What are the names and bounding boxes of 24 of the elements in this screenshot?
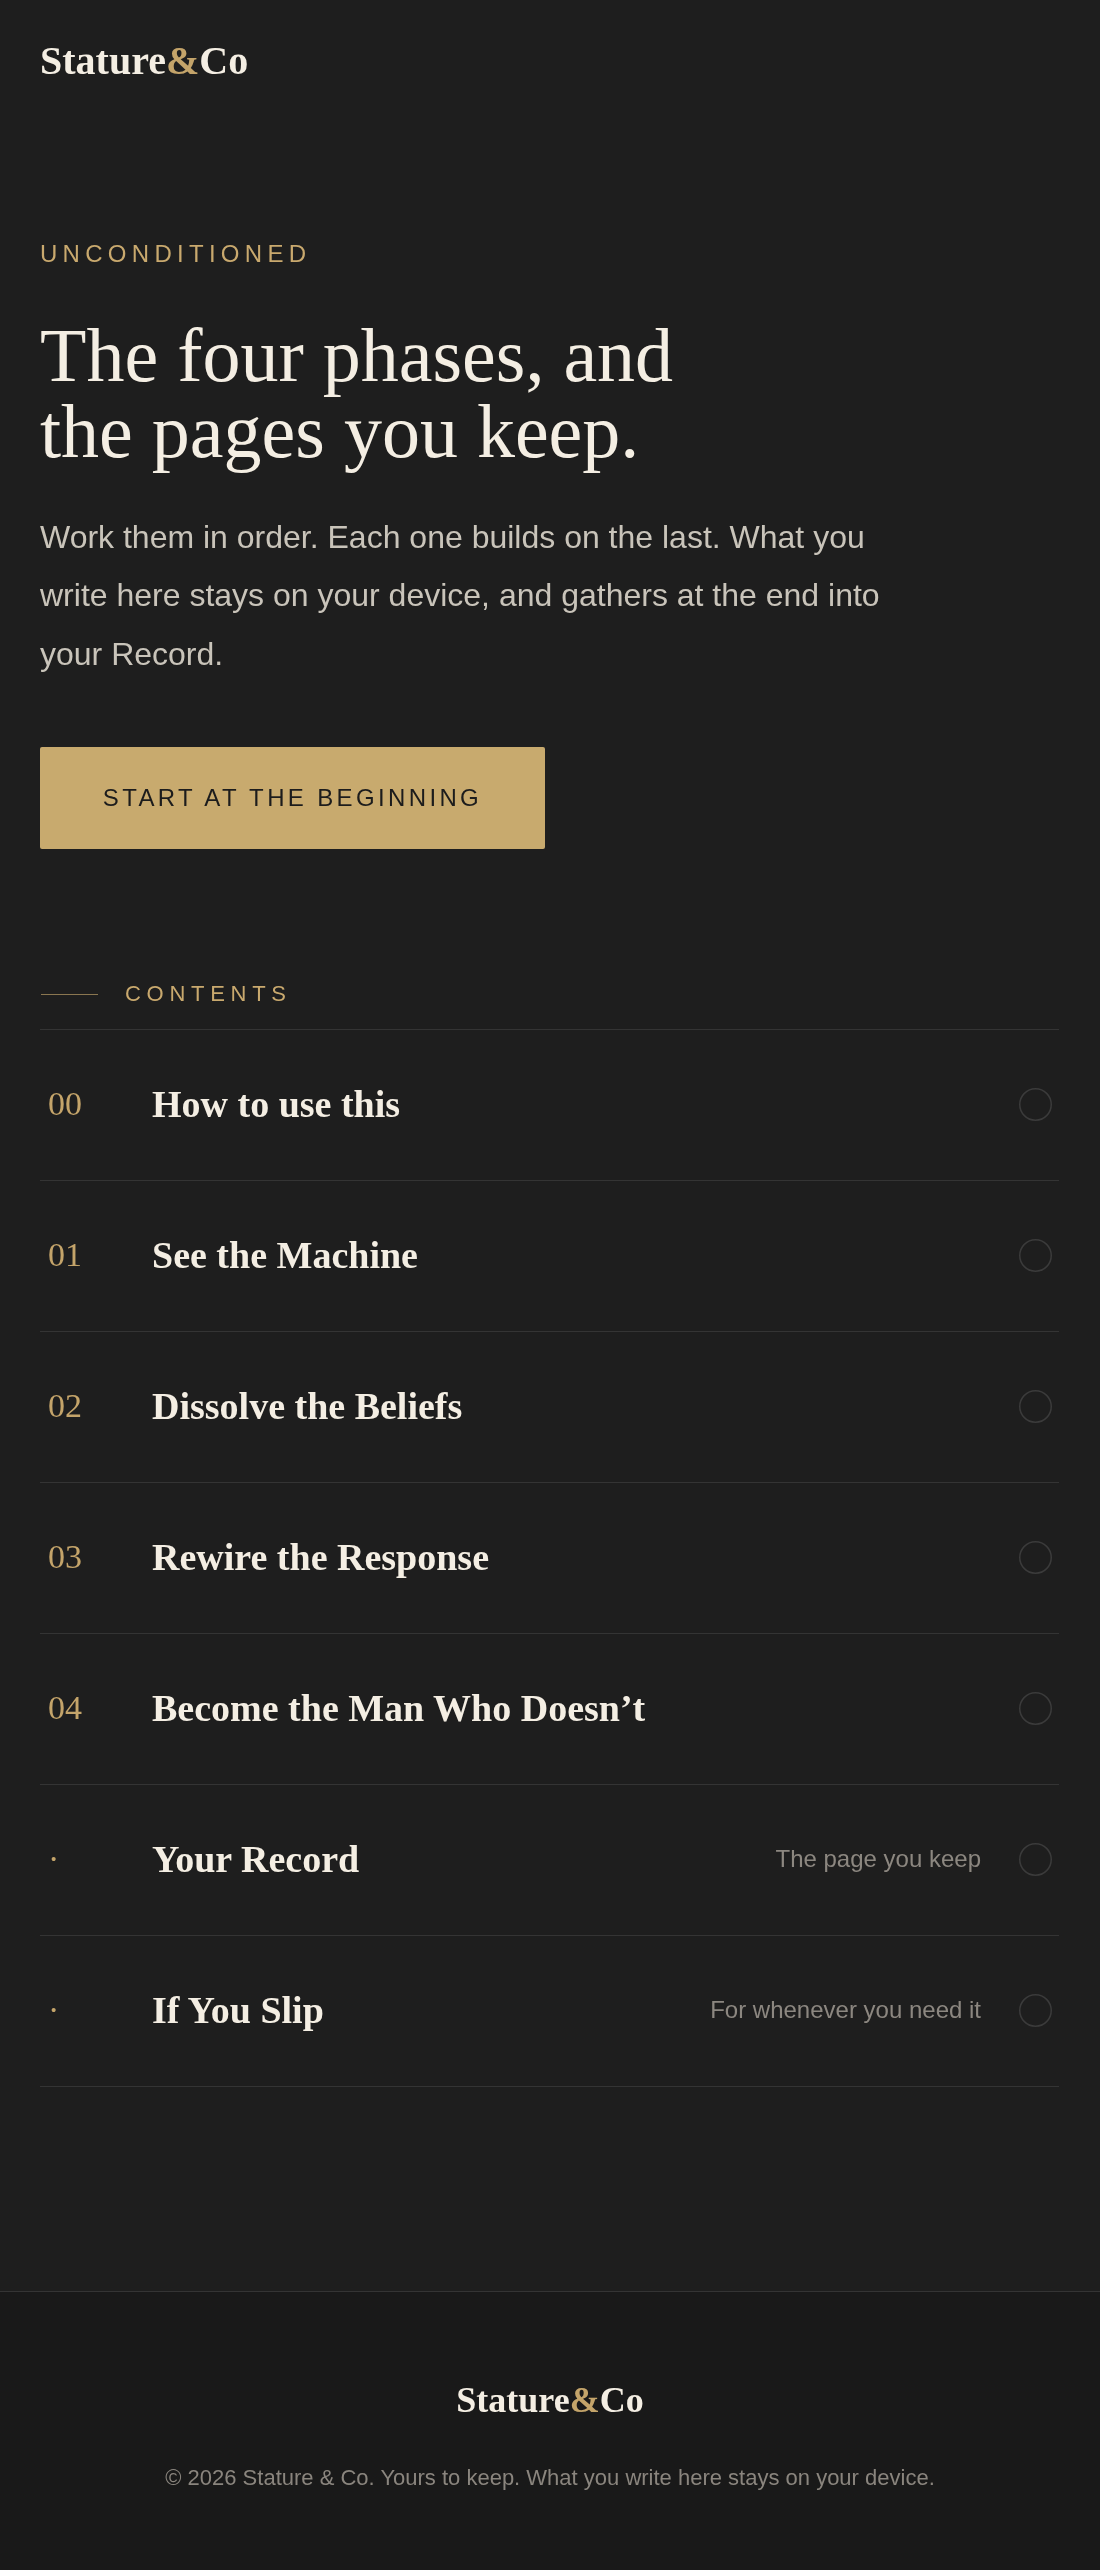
brand-logo[interactable]: Stature&Co <box>40 37 249 85</box>
contents-label: CONTENTS <box>125 981 292 1008</box>
chapter-number: 01 <box>48 1235 83 1276</box>
chapter-number: 02 <box>48 1386 83 1427</box>
chapter-number: · <box>48 1839 61 1880</box>
chapter-link[interactable]: If You Slip <box>152 1987 324 2034</box>
chapter-link[interactable]: Your Record <box>152 1836 360 1883</box>
section-rule <box>41 994 98 995</box>
chapter-note: For whenever you need it <box>710 1996 981 2026</box>
chapter-number: · <box>48 1990 61 2031</box>
chapter-note: The page you keep <box>775 1845 981 1875</box>
brand-logo[interactable]: Stature&Co <box>456 2379 644 2423</box>
copyright-text: © 2026 Stature & Co. Yours to keep. What you write here stays on your device. <box>165 2464 935 2491</box>
chapter-link[interactable]: Rewire the Response <box>152 1534 490 1581</box>
chapter-number: 03 <box>48 1537 83 1578</box>
intro-paragraph: Work them in order. Each one builds on the last. What you write here stays on your device, and gathers at the end into your Record. <box>40 517 881 674</box>
chapter-link[interactable]: Dissolve the Beliefs <box>152 1383 463 1430</box>
chapter-link[interactable]: Become the Man Who Doesn’t <box>152 1685 646 1732</box>
chapter-link[interactable]: See the Machine <box>152 1232 418 1279</box>
chapter-number: 04 <box>48 1688 83 1729</box>
chapter-number: 00 <box>48 1084 83 1125</box>
chapter-link[interactable]: How to use this <box>152 1081 401 1128</box>
start-button[interactable]: START AT THE BEGINNING <box>40 747 545 850</box>
eyebrow-label: UNCONDITIONED <box>40 240 312 269</box>
